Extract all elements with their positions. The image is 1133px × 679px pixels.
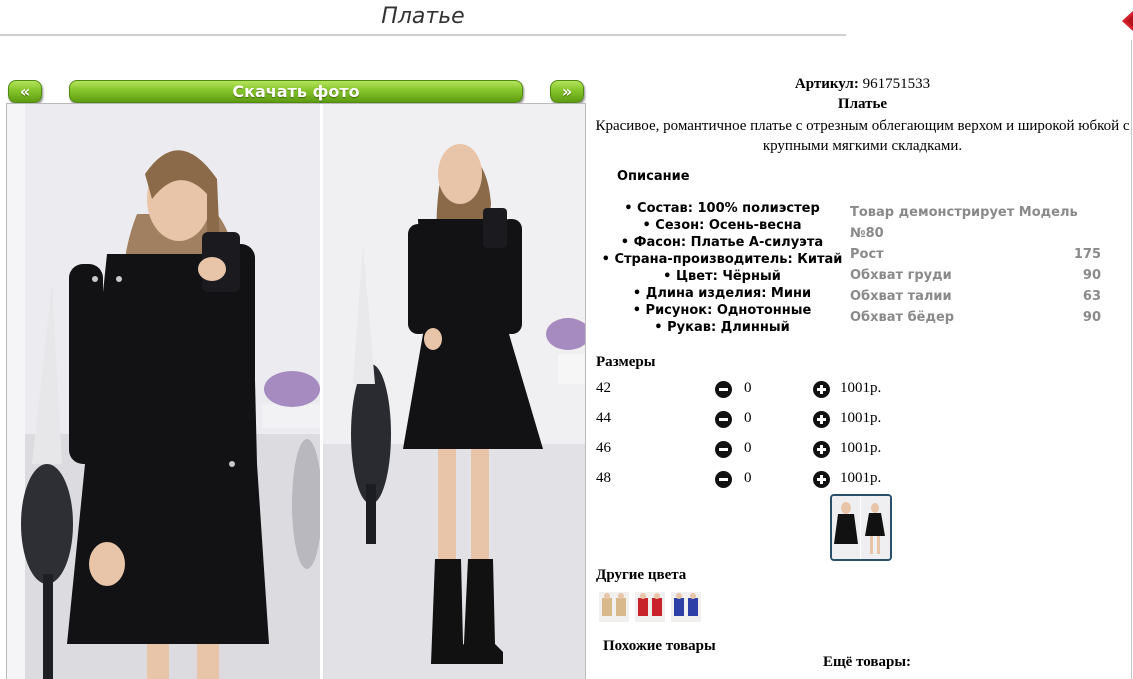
size-row-42: 42 0 1001р. xyxy=(596,380,896,400)
property-item: • Рисунок: Однотонные xyxy=(632,303,812,318)
red-arrow-icon[interactable] xyxy=(1120,10,1133,32)
title-divider xyxy=(0,34,846,36)
property-item: • Фасон: Платье А-силуэта xyxy=(620,235,824,250)
size-quantity: 0 xyxy=(744,470,752,486)
product-name: Платье xyxy=(837,96,888,112)
page-title: Платье xyxy=(381,4,465,29)
size-row-44: 44 0 1001р. xyxy=(596,410,896,430)
next-photo-button[interactable]: » xyxy=(550,80,584,103)
sizes-heading: Размеры xyxy=(596,354,656,370)
article-line: Артикул: 961751533 xyxy=(595,76,1130,93)
model-param-label: Обхват бёдер xyxy=(850,310,955,325)
size-label: 42 xyxy=(596,380,611,396)
size-quantity: 0 xyxy=(744,440,752,456)
property-item: • Рукав: Длинный xyxy=(654,320,790,335)
property-item: • Цвет: Чёрный xyxy=(663,269,781,284)
model-title: Товар демонстрирует Модель №80 xyxy=(850,205,1078,241)
article-value: 961751533 xyxy=(862,76,931,92)
size-price: 1001р. xyxy=(840,410,882,426)
scrollbar[interactable] xyxy=(1126,40,1133,679)
size-quantity: 0 xyxy=(744,410,752,426)
minus-icon[interactable] xyxy=(715,471,732,488)
model-param-label: Обхват талии xyxy=(850,289,952,304)
model-param-value: 90 xyxy=(1082,310,1101,325)
product-photo-right[interactable] xyxy=(323,104,585,679)
property-item: • Длина изделия: Мини xyxy=(632,286,812,301)
model-param-value: 175 xyxy=(1073,247,1101,262)
size-price: 1001р. xyxy=(840,380,882,396)
color-swatch-red[interactable] xyxy=(635,592,665,622)
size-label: 48 xyxy=(596,470,611,486)
property-item: • Страна-производитель: Китай xyxy=(601,252,843,267)
download-photo-button[interactable]: Скачать фото xyxy=(69,80,523,103)
property-list: • Состав: 100% полиэстер • Сезон: Осень-… xyxy=(595,200,849,336)
model-param-label: Рост xyxy=(850,247,884,262)
minus-icon[interactable] xyxy=(715,411,732,428)
model-row-hips: Обхват бёдер 90 xyxy=(850,307,1101,328)
model-param-value: 90 xyxy=(1082,268,1101,283)
plus-icon[interactable] xyxy=(813,381,830,398)
more-products-heading: Ещё товары: xyxy=(823,654,912,670)
prev-photo-button[interactable]: « xyxy=(8,80,42,103)
plus-icon[interactable] xyxy=(813,471,830,488)
model-row-height: Рост 175 xyxy=(850,244,1101,265)
model-row-waist: Обхват талии 63 xyxy=(850,286,1101,307)
selected-photo-thumbnail[interactable] xyxy=(830,494,892,561)
model-param-label: Обхват груди xyxy=(850,268,952,283)
size-price: 1001р. xyxy=(840,440,882,456)
size-label: 46 xyxy=(596,440,611,456)
size-price: 1001р. xyxy=(840,470,882,486)
product-description: Красивое, романтичное платье с отрезным … xyxy=(595,118,1130,154)
size-label: 44 xyxy=(596,410,611,426)
minus-icon[interactable] xyxy=(715,381,732,398)
property-item: • Состав: 100% полиэстер xyxy=(624,201,820,216)
article-label: Артикул: xyxy=(794,76,859,92)
size-row-46: 46 0 1001р. xyxy=(596,440,896,460)
plus-icon[interactable] xyxy=(813,411,830,428)
color-swatch-blue[interactable] xyxy=(671,592,701,622)
size-row-48: 48 0 1001р. xyxy=(596,470,896,490)
plus-icon[interactable] xyxy=(813,441,830,458)
description-heading: Описание xyxy=(617,169,690,184)
product-photo-left[interactable] xyxy=(7,104,320,679)
size-quantity: 0 xyxy=(744,380,752,396)
color-swatch-beige[interactable] xyxy=(599,592,629,622)
property-item: • Сезон: Осень-весна xyxy=(642,218,802,233)
similar-products-heading: Похожие товары xyxy=(603,638,716,654)
model-params: Товар демонстрирует Модель №80 Рост 175 … xyxy=(850,202,1101,328)
minus-icon[interactable] xyxy=(715,441,732,458)
model-param-value: 63 xyxy=(1082,289,1101,304)
model-row-chest: Обхват груди 90 xyxy=(850,265,1101,286)
other-colors-heading: Другие цвета xyxy=(596,567,687,583)
